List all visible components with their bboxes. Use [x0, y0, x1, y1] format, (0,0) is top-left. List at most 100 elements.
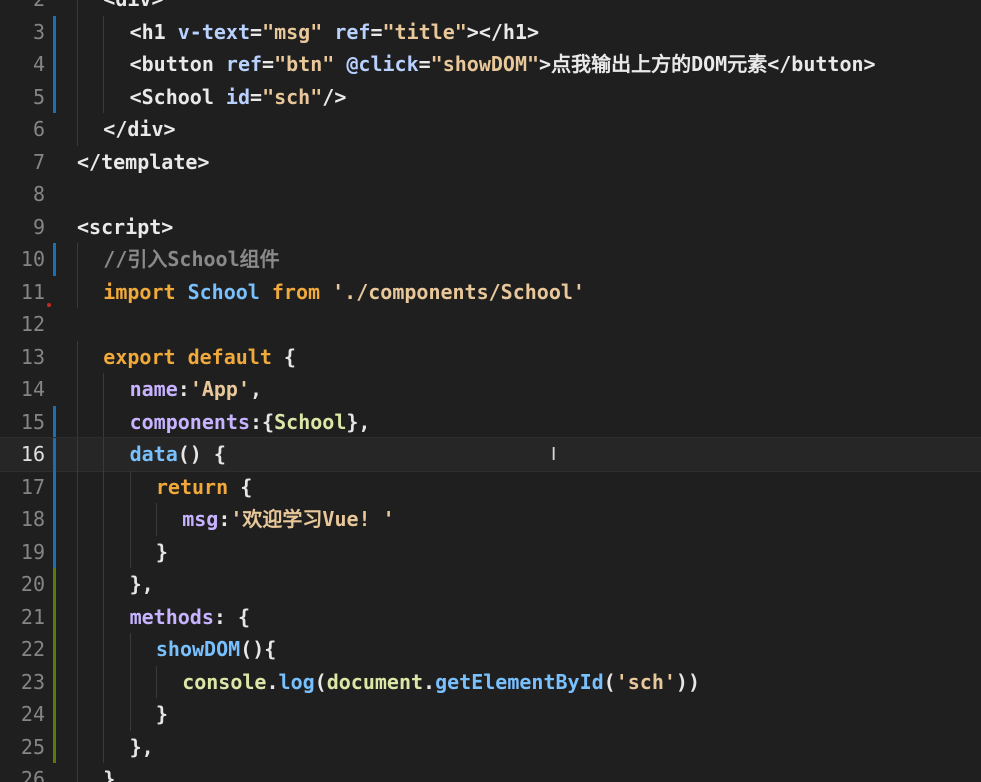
- code-line[interactable]: 26}: [0, 763, 981, 782]
- code-line[interactable]: 5 <School id="sch"/>: [0, 80, 981, 114]
- indent-guide: [77, 763, 78, 782]
- modified-line-marker: [53, 15, 56, 48]
- code-line[interactable]: 21 methods: {: [0, 600, 981, 633]
- code-line[interactable]: 12: [0, 308, 981, 341]
- code-line[interactable]: 25},: [0, 730, 981, 764]
- code-text: },: [130, 731, 154, 764]
- code-token: showDOM: [155, 637, 241, 661]
- indent-guide: [129, 665, 131, 698]
- indent-guide: [103, 698, 105, 731]
- code-text: }: [156, 698, 168, 731]
- code-token: },: [129, 734, 154, 759]
- code-line[interactable]: 8: [0, 178, 981, 211]
- code-token: : {: [213, 604, 251, 629]
- indent-guide: [129, 470, 131, 503]
- line-number: 15: [20, 409, 45, 434]
- code-line[interactable]: 2 <div>: [0, 0, 981, 16]
- code-token: .: [266, 669, 279, 694]
- indent-guide: [103, 600, 105, 633]
- code-text: }: [156, 536, 168, 569]
- code-line[interactable]: 11 import School from './components/Schoo…: [0, 275, 981, 308]
- code-token: =: [262, 52, 275, 76]
- line-number: 7: [32, 149, 45, 174]
- code-token: //引入School组件: [103, 247, 280, 271]
- code-token: },: [129, 572, 154, 596]
- code-token: <h1: [129, 19, 178, 44]
- indent-guide: [77, 275, 78, 308]
- indent-guide: [103, 438, 105, 471]
- modified-line-marker: [53, 243, 56, 276]
- code-line[interactable]: 24}: [0, 698, 981, 731]
- code-token: msg: [182, 507, 219, 531]
- code-line[interactable]: 16 data() {: [0, 437, 981, 472]
- code-token: :: [177, 377, 190, 401]
- code-line[interactable]: 4 <button ref="btn" @click="showDOM">点我输出…: [0, 48, 981, 81]
- code-text: showDOM(){: [156, 633, 276, 666]
- indent-guide: [155, 503, 157, 536]
- indent-guide: [103, 730, 105, 763]
- code-token: </template>: [77, 149, 210, 174]
- added-line-marker: [53, 665, 56, 698]
- code-text: }: [103, 763, 115, 782]
- code-line[interactable]: 9 <script>: [0, 211, 981, 244]
- modified-line-marker: [53, 438, 56, 471]
- code-token: <script>: [77, 214, 174, 239]
- code-line[interactable]: 13 export default {: [0, 340, 981, 374]
- code-line[interactable]: 20},: [0, 568, 981, 601]
- code-token: },: [346, 409, 371, 434]
- code-token: <button: [129, 52, 226, 76]
- added-line-marker: [53, 698, 56, 731]
- code-text: msg:'欢迎学习Vue! ': [182, 503, 394, 536]
- modified-line-marker: [53, 48, 56, 81]
- code-token: (){: [240, 637, 277, 661]
- code-editor[interactable]: 2<div>3<h1 v-text="msg" ref="title"></h1…: [0, 0, 981, 782]
- indent-guide: [103, 633, 105, 666]
- code-token: :{: [250, 409, 275, 434]
- breakpoint-dot-icon[interactable]: [47, 303, 51, 307]
- indent-guide: [77, 600, 78, 633]
- code-line[interactable]: 7 </template>: [0, 146, 981, 179]
- code-token: "sch": [262, 84, 323, 109]
- code-text: <button ref="btn" @click="showDOM">点我输出上…: [130, 48, 876, 81]
- code-token: .: [423, 669, 436, 694]
- code-token: import: [103, 279, 188, 304]
- line-number: 8: [32, 182, 45, 206]
- code-line[interactable]: 3 <h1 v-text="msg" ref="title"></h1>: [0, 15, 981, 48]
- code-token: {: [283, 344, 296, 369]
- code-text: <script>: [77, 211, 173, 244]
- code-token: getElementById: [435, 669, 604, 694]
- code-token: id: [225, 84, 251, 109]
- code-line[interactable]: 23 console.log(document.getElementById('s…: [0, 665, 981, 698]
- line-number: 10: [20, 247, 45, 271]
- code-text: name:'App',: [130, 373, 262, 406]
- code-token: (: [603, 669, 616, 694]
- code-text: },: [130, 568, 154, 601]
- code-line[interactable]: 22 showDOM(){: [0, 633, 981, 666]
- code-text: <School id="sch"/>: [130, 81, 347, 114]
- modified-line-marker: [53, 80, 56, 113]
- code-text: return {: [156, 471, 252, 504]
- line-number: 22: [20, 637, 45, 661]
- code-line[interactable]: 18 msg:'欢迎学习Vue! ': [0, 503, 981, 536]
- code-token: "title": [382, 19, 467, 44]
- code-line[interactable]: 10 //引入School组件: [0, 243, 981, 276]
- code-text: <div>: [103, 0, 163, 16]
- code-line[interactable]: 15 components:{School},: [0, 405, 981, 438]
- code-token: {: [240, 474, 253, 499]
- indent-guide: [103, 470, 105, 503]
- code-line[interactable]: 6 </div>: [0, 113, 981, 146]
- code-token: name: [129, 377, 178, 401]
- code-text: export default {: [103, 341, 296, 374]
- code-line[interactable]: 14 name:'App',: [0, 373, 981, 406]
- indent-guide: [129, 633, 131, 666]
- line-number: 21: [20, 604, 45, 629]
- code-token: @click: [346, 52, 419, 76]
- indent-guide: [103, 568, 105, 601]
- code-text: </template>: [77, 146, 209, 179]
- line-number: 17: [20, 474, 45, 499]
- line-number: 6: [32, 117, 45, 141]
- line-number: 23: [20, 669, 45, 694]
- modified-line-marker: [53, 503, 56, 536]
- code-line[interactable]: 17 return {: [0, 470, 981, 504]
- code-line[interactable]: 19}: [0, 535, 981, 569]
